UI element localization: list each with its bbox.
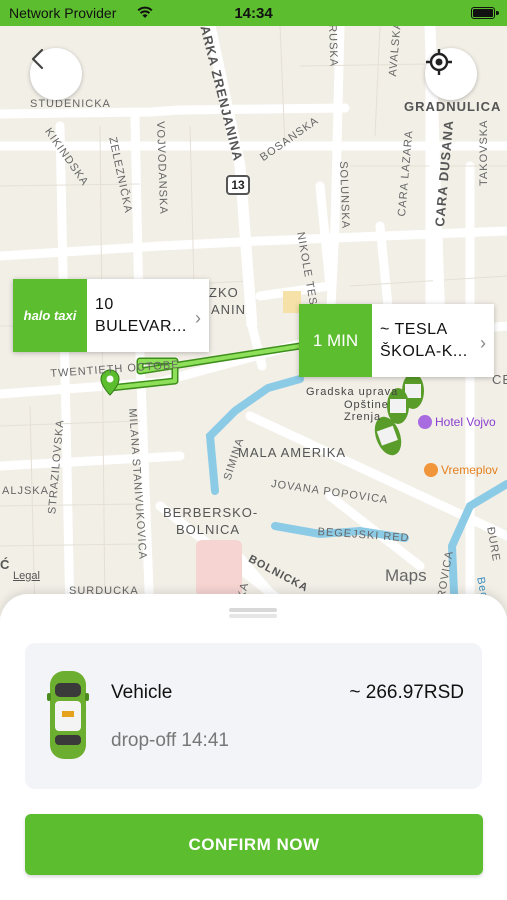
clock: 14:34: [234, 5, 273, 22]
sheet-grabber-lower: [229, 614, 277, 618]
locate-button[interactable]: [425, 48, 477, 100]
area-label: BOLNICA: [176, 522, 241, 537]
dropoff-line2: ŠKOLA-K...: [380, 342, 468, 360]
pickup-line1: 10: [95, 295, 114, 313]
street-label: Ć: [0, 557, 11, 572]
vehicle-name: Vehicle: [111, 682, 173, 703]
poi-vremeplov[interactable]: Vremeplov: [424, 463, 498, 477]
bed-icon: [418, 415, 432, 429]
vehicle-card[interactable]: Vehicle ~ 266.97RSD drop-off 14:41: [25, 643, 482, 789]
poi-vreme-label: Vremeplov: [441, 463, 498, 477]
street-label: SOLUNSKA: [337, 161, 352, 230]
area-label: ZKO: [209, 285, 239, 300]
pickup-callout[interactable]: halo taxi 10 BULEVAR... ›: [13, 279, 209, 352]
eta-badge: 1 MIN: [299, 304, 372, 377]
sheet-grabber[interactable]: [229, 608, 277, 612]
map-view[interactable]: STUDENICKA KIKINDSKA ZELEZNIČKA VOJVODAN…: [0, 26, 507, 616]
street-label: CE: [492, 372, 507, 387]
poi-hotel[interactable]: Hotel Vojvo: [418, 415, 496, 429]
logo-text: halo taxi: [23, 308, 77, 323]
chevron-right-icon: ›: [195, 307, 201, 328]
apple-maps-attribution: Maps: [385, 566, 427, 586]
street-label: ALJSKA: [2, 485, 49, 497]
place-label: Gradska uprava: [306, 386, 399, 398]
street-label: STUDENICKA: [30, 98, 111, 110]
food-icon: [424, 463, 438, 477]
back-button[interactable]: [30, 48, 82, 100]
poi-hotel-label: Hotel Vojvo: [435, 415, 496, 429]
area-label: BERBERSKO-: [163, 505, 259, 520]
legal-link[interactable]: Legal: [13, 570, 40, 582]
halo-taxi-logo: halo taxi: [13, 279, 87, 352]
pickup-line2: BULEVAR...: [95, 317, 187, 335]
maps-label: Maps: [385, 566, 427, 585]
street-label: RUSKA: [326, 26, 340, 68]
chevron-left-icon: [31, 48, 44, 70]
bottom-sheet[interactable]: Vehicle ~ 266.97RSD drop-off 14:41 CONFI…: [0, 594, 507, 900]
crosshair-icon: [426, 49, 452, 75]
chevron-right-icon: ›: [480, 332, 486, 353]
app-root: Network Provider 14:34 STUDENICKA KIKIND…: [0, 0, 507, 900]
area-label: ANIN: [211, 302, 247, 317]
area-label: MALA AMERIKA: [238, 445, 347, 460]
status-bar: Network Provider 14:34: [0, 0, 507, 26]
taxi-car-icon: [47, 671, 89, 759]
dropoff-callout[interactable]: 1 MIN ~ TESLA ŠKOLA-K... ›: [299, 304, 494, 377]
place-label: Opštine: [344, 399, 389, 411]
area-label: GRADNULICA: [404, 99, 502, 114]
dropoff-line1: ~ TESLA: [380, 320, 448, 338]
vehicle-price: ~ 266.97RSD: [349, 682, 464, 703]
dropoff-time: drop-off 14:41: [111, 730, 229, 751]
confirm-button[interactable]: CONFIRM NOW: [25, 814, 483, 875]
street-label: TAKOVSKA: [478, 119, 490, 186]
place-label: Zrenja: [344, 411, 382, 423]
battery-icon: [471, 7, 499, 19]
route-shield: 13: [226, 175, 250, 195]
